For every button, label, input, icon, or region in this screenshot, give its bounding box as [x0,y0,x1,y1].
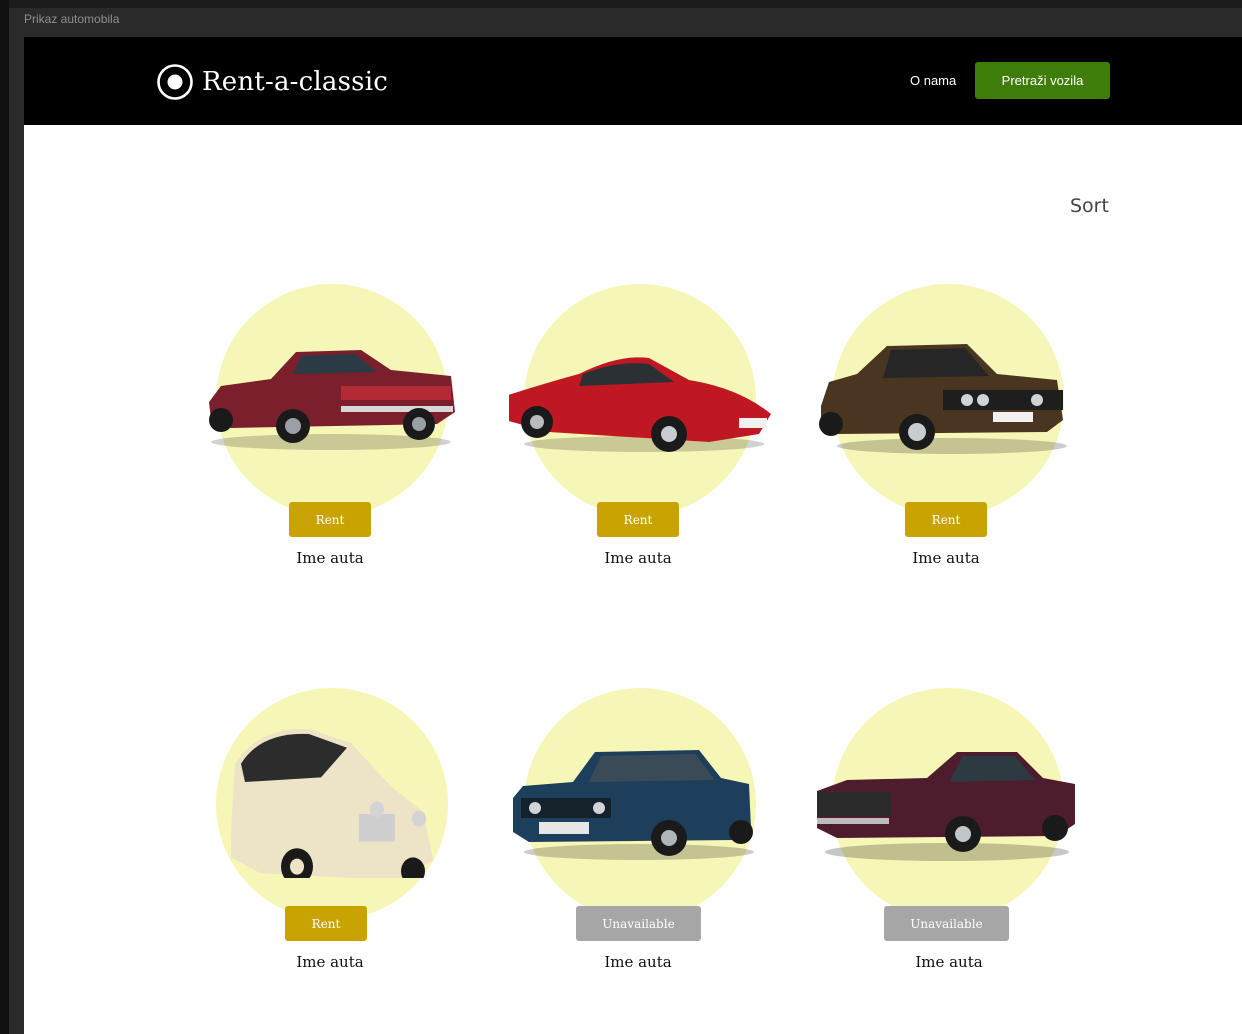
car-name: Ime auta [915,953,983,971]
muscle-car-icon[interactable] [817,728,1079,868]
window-left-edge [0,0,9,1034]
car-name: Ime auta [296,953,364,971]
sports-car-icon[interactable] [509,324,771,464]
unavailable-button[interactable]: Unavailable [576,906,701,941]
car-card: Unavailable Ime auta [817,688,1077,988]
page-canvas: Rent-a-classic O nama Pretraži vozila So… [24,37,1242,1034]
car-name: Ime auta [912,549,980,567]
rent-button[interactable]: Rent [289,502,371,537]
classic-coupe-car-icon[interactable] [201,324,463,464]
rent-button[interactable]: Rent [285,906,367,941]
rent-button[interactable]: Rent [905,502,987,537]
car-name: Ime auta [296,549,364,567]
nav-link-about[interactable]: O nama [910,73,956,88]
car-card: Unavailable Ime auta [509,688,769,988]
search-vehicles-button[interactable]: Pretraži vozila [975,62,1110,99]
car-card: Rent Ime auta [817,284,1077,584]
car-card: Rent Ime auta [509,284,771,584]
brand-logo[interactable]: Rent-a-classic [156,63,388,101]
sort-control[interactable]: Sort [1070,195,1109,217]
sedan-car-icon[interactable] [817,324,1079,464]
car-name: Ime auta [604,953,672,971]
rent-button[interactable]: Rent [597,502,679,537]
window-title: Prikaz automobila [24,12,120,26]
unavailable-button[interactable]: Unavailable [884,906,1009,941]
top-navbar: Rent-a-classic O nama Pretraži vozila [24,37,1242,125]
car-card: Rent Ime auta [201,688,461,988]
boxy-sedan-car-icon[interactable] [509,728,771,868]
target-logo-icon [157,64,193,100]
car-name: Ime auta [604,549,672,567]
brand-name: Rent-a-classic [202,67,388,97]
window-top-edge [9,0,1242,8]
compact-car-icon[interactable] [201,718,463,878]
car-card: Rent Ime auta [201,284,461,584]
